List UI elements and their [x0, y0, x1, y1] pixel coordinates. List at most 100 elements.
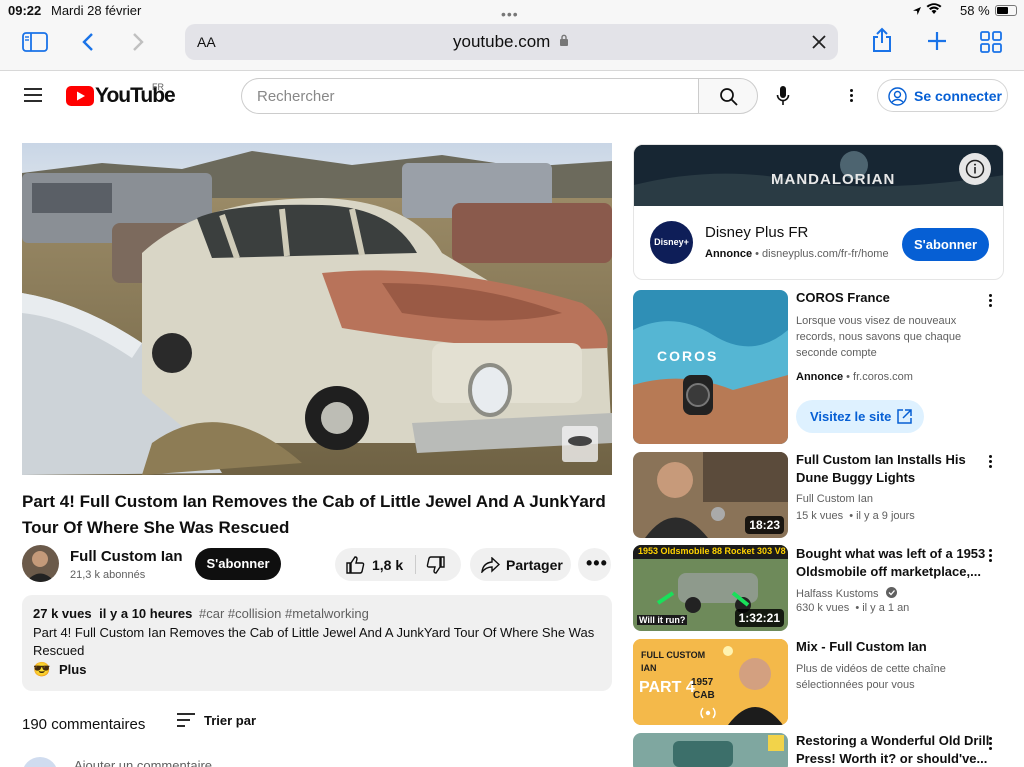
- mix-thumb-text-5: CAB: [693, 690, 715, 701]
- microphone-icon[interactable]: [776, 85, 790, 112]
- video-title-dune-buggy[interactable]: Full Custom Ian Installs His Dune Buggy …: [796, 451, 966, 487]
- mix-thumb-text-1: FULL CUSTOM: [641, 650, 706, 660]
- like-button[interactable]: 1,8 k: [335, 548, 415, 581]
- thumbnail-tag: Will it run?: [637, 615, 688, 625]
- tabs-overview-icon[interactable]: [980, 31, 1002, 58]
- new-tab-icon[interactable]: [927, 31, 947, 56]
- thumbnail-caption: 1953 Oldsmobile 88 Rocket 303 V8: [638, 546, 786, 556]
- wifi-icon: [926, 3, 942, 18]
- add-comment-input[interactable]: Ajouter un commentaire: [74, 758, 212, 767]
- sidebar-toggle-icon[interactable]: [22, 32, 48, 57]
- video-title-line-1: Bought what was left of a 1953: [796, 546, 986, 561]
- mix-title[interactable]: Mix - Full Custom Ian: [796, 638, 927, 656]
- video-title-line-1: Part 4! Full Custom Ian Removes the Cab …: [22, 492, 606, 511]
- video-meta: 15 k vues • il y a 9 jours: [796, 510, 915, 522]
- mix-desc-line-2: sélectionnées pour vous: [796, 679, 915, 691]
- ad-banner[interactable]: MANDALORIAN: [634, 145, 1003, 206]
- coros-ad-url: fr.coros.com: [853, 371, 913, 383]
- video-title-drill-press[interactable]: Restoring a Wonderful Old Drill Press! W…: [796, 732, 989, 767]
- video-title-line-2: Dune Buggy Lights: [796, 470, 916, 485]
- mix-thumb-text-4: 1957: [691, 677, 714, 688]
- ad-url: disneyplus.com/fr-fr/home: [762, 248, 889, 260]
- description-line-1: Part 4! Full Custom Ian Removes the Cab …: [33, 625, 595, 640]
- coros-ad-thumbnail[interactable]: COROS: [633, 290, 788, 444]
- url-text[interactable]: youtube.com: [453, 32, 550, 52]
- description-text: Part 4! Full Custom Ian Removes the Cab …: [33, 624, 603, 660]
- verified-check-icon: [885, 587, 897, 598]
- video-channel[interactable]: Full Custom Ian: [796, 491, 873, 507]
- share-icon[interactable]: [871, 27, 893, 58]
- region-code: FR: [152, 82, 164, 92]
- search-icon: [720, 88, 738, 106]
- coros-ad-desc-line-1: Lorsque vous visez de nouveaux: [796, 315, 957, 327]
- share-arrow-icon: [481, 557, 500, 573]
- description-box[interactable]: 27 k vues il y a 10 heures #car #collisi…: [22, 595, 612, 691]
- ad-subscribe-button[interactable]: S'abonner: [902, 228, 989, 261]
- battery-icon: [995, 5, 1017, 16]
- more-actions-button[interactable]: •••: [578, 548, 611, 581]
- sunglasses-emoji-icon: 😎: [33, 661, 51, 677]
- video-title-line-2: Press! Worth it? or should've...: [796, 751, 988, 766]
- ad-info-button[interactable]: [959, 153, 991, 185]
- battery-level: 58 %: [960, 3, 990, 18]
- video-menu-icon[interactable]: [982, 453, 998, 473]
- video-channel[interactable]: Halfass Kustoms: [796, 588, 879, 600]
- disney-plus-logo[interactable]: Disney+: [650, 221, 693, 264]
- channel-avatar[interactable]: [22, 545, 59, 582]
- clear-url-icon[interactable]: [811, 34, 827, 55]
- subscribe-button[interactable]: S'abonner: [195, 548, 281, 580]
- disney-ad-card[interactable]: MANDALORIAN Disney+ Disney Plus FR Annon…: [633, 144, 1004, 280]
- show-more-link[interactable]: Plus: [59, 662, 86, 677]
- dislike-button[interactable]: [416, 548, 461, 581]
- more-horizontal-icon: •••: [586, 553, 608, 573]
- sign-in-button[interactable]: Se connecter: [877, 79, 1008, 112]
- ad-label: Annonce: [705, 248, 753, 260]
- status-time: 09:22: [8, 3, 42, 18]
- forward-icon[interactable]: [131, 32, 145, 57]
- mix-thumbnail[interactable]: FULL CUSTOM IAN PART 4 1957 CAB: [633, 639, 788, 725]
- ad-meta: Annonce • disneyplus.com/fr-fr/home: [705, 248, 889, 260]
- status-date: Mardi 28 février: [51, 3, 142, 18]
- sort-button[interactable]: Trier par: [204, 713, 256, 728]
- hashtags[interactable]: #car #collision #metalworking: [199, 606, 369, 621]
- search-input[interactable]: Rechercher: [241, 78, 699, 114]
- comments-count: 190 commentaires: [22, 716, 146, 733]
- visit-site-button[interactable]: Visitez le site: [796, 400, 924, 433]
- ad-banner-title: MANDALORIAN: [771, 171, 896, 188]
- like-dislike-group: 1,8 k: [335, 548, 461, 581]
- browser-toolbar: AA youtube.com: [0, 18, 1024, 71]
- coros-ad-title[interactable]: COROS France: [796, 289, 890, 307]
- coros-thumbnail-logo: COROS: [657, 348, 719, 364]
- video-menu-icon[interactable]: [982, 547, 998, 567]
- description-line-2: Rescued: [33, 643, 85, 658]
- address-bar[interactable]: AA youtube.com: [185, 24, 838, 60]
- channel-name[interactable]: Full Custom Ian: [70, 548, 183, 565]
- menu-icon[interactable]: [24, 87, 42, 108]
- video-thumbnail-oldsmobile[interactable]: 1953 Oldsmobile 88 Rocket 303 V8 Will it…: [633, 545, 788, 631]
- search-button[interactable]: [698, 78, 758, 114]
- video-player[interactable]: [22, 143, 612, 475]
- video-title: Part 4! Full Custom Ian Removes the Cab …: [22, 489, 612, 541]
- coros-ad-description: Lorsque vous visez de nouveaux records, …: [796, 313, 961, 361]
- coros-ad-label: Annonce: [796, 371, 844, 383]
- video-frame-junkyard-car: [22, 143, 612, 475]
- like-count: 1,8 k: [372, 557, 404, 573]
- mix-desc-line-1: Plus de vidéos de cette chaîne: [796, 663, 946, 675]
- coros-ad-menu-icon[interactable]: [982, 292, 998, 312]
- video-thumbnail-drill-press[interactable]: [633, 733, 788, 767]
- mix-description: Plus de vidéos de cette chaîne sélection…: [796, 661, 946, 693]
- video-title-oldsmobile[interactable]: Bought what was left of a 1953 Oldsmobil…: [796, 545, 985, 581]
- duration-badge: 1:32:21: [734, 609, 784, 627]
- thumbs-up-icon: [346, 556, 365, 574]
- text-size-button[interactable]: AA: [197, 34, 216, 50]
- location-icon: [912, 4, 922, 19]
- ad-advertiser-name[interactable]: Disney Plus FR: [705, 224, 808, 241]
- video-thumbnail-dune-buggy[interactable]: 18:23: [633, 452, 788, 538]
- back-icon[interactable]: [81, 32, 95, 57]
- thumbs-down-icon: [426, 556, 445, 574]
- video-title-line-1: Full Custom Ian Installs His: [796, 452, 966, 467]
- share-button[interactable]: Partager: [470, 548, 571, 581]
- sort-icon[interactable]: [177, 713, 195, 732]
- video-menu-icon[interactable]: [982, 735, 998, 755]
- settings-more-icon[interactable]: [843, 87, 859, 107]
